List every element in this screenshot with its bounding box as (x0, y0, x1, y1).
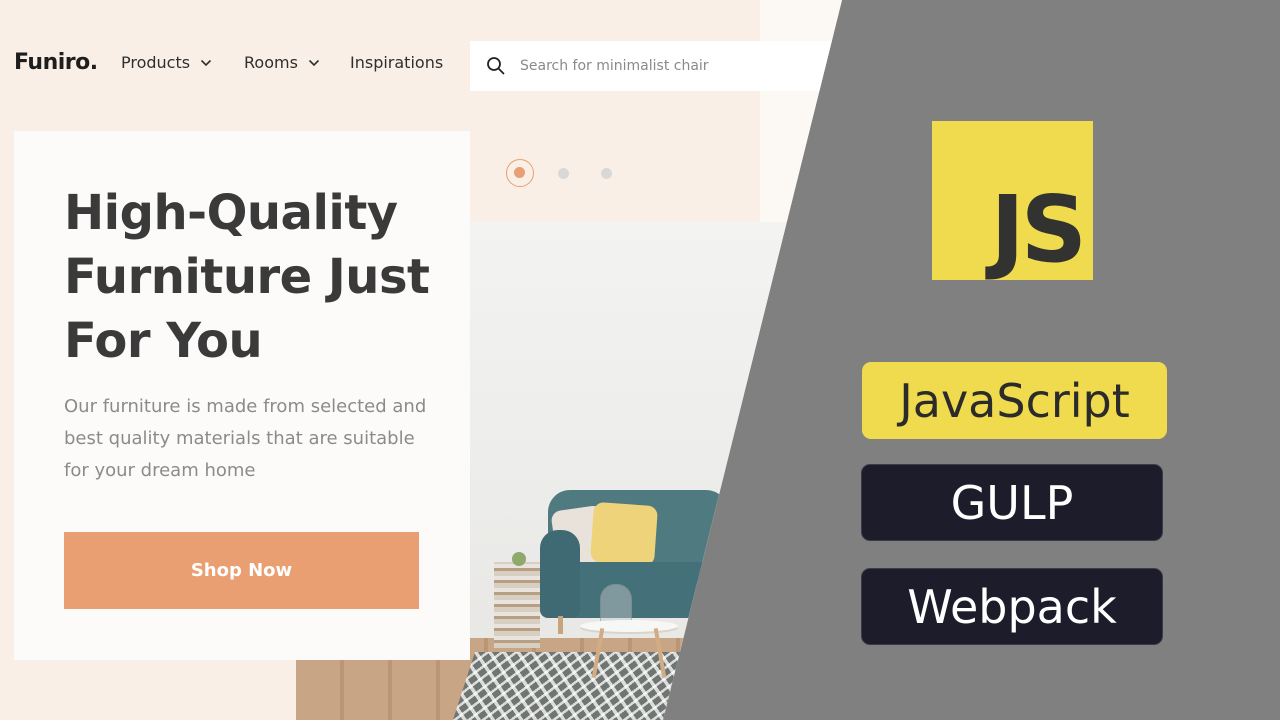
badge-label: GULP (950, 475, 1074, 530)
javascript-logo: JS (932, 121, 1093, 280)
hero-description: Our furniture is made from selected and … (64, 396, 427, 481)
shop-now-button[interactable]: Shop Now (64, 532, 419, 609)
hero-card: High-Quality Furniture Just For You Our … (14, 131, 470, 660)
yellow-pillow (589, 501, 659, 567)
sofa-leg (558, 616, 563, 634)
hero-title: High-Quality Furniture Just For You (64, 185, 430, 369)
nav-item-label: Rooms (244, 53, 298, 72)
sofa-leg (714, 616, 719, 634)
slider-background-peach (470, 0, 760, 222)
badge-label: JavaScript (899, 373, 1130, 428)
site-logo[interactable]: Funiro. (14, 50, 98, 75)
badge-webpack: Webpack (861, 568, 1163, 645)
nav-item-label: Inspirations (350, 53, 444, 72)
nav-item-inspirations[interactable]: Inspirations (350, 53, 443, 72)
book-stack (494, 562, 540, 648)
js-logo-text: JS (990, 176, 1087, 283)
badge-javascript: JavaScript (862, 362, 1167, 439)
chevron-down-icon (201, 59, 212, 66)
badge-label: Webpack (907, 579, 1117, 634)
badge-gulp: GULP (861, 464, 1163, 541)
nav-item-products[interactable]: Products (121, 53, 212, 72)
search-bar[interactable] (470, 41, 842, 91)
coffee-table-top (580, 620, 678, 632)
slider-dot[interactable] (601, 168, 612, 179)
search-input[interactable] (520, 55, 780, 77)
slider-dot-active[interactable] (506, 159, 534, 187)
nav-item-rooms[interactable]: Rooms (244, 53, 320, 72)
glass-cloche (600, 584, 632, 624)
search-icon[interactable] (486, 56, 506, 76)
sofa-arm (540, 530, 580, 618)
small-plant (512, 552, 526, 566)
chevron-down-icon (308, 59, 319, 66)
slider-dot[interactable] (558, 168, 569, 179)
header-background-cream (760, 0, 842, 222)
nav-item-label: Products (121, 53, 191, 72)
patterned-rug (452, 652, 716, 720)
